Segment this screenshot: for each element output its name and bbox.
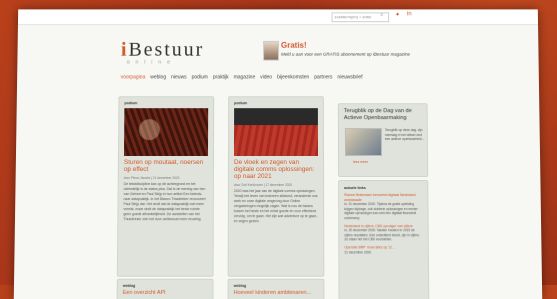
news-heading: actuele links xyxy=(344,186,422,190)
nav-item-nieuws[interactable]: nieuws xyxy=(171,74,187,80)
search-icon[interactable]: ⌕ xyxy=(380,12,383,19)
nav-item-bijeenkomsten[interactable]: bijeenkomsten xyxy=(277,74,309,80)
news-body: in, 20 december 2020. Nadien houden in 2… xyxy=(344,228,422,242)
promo-title: Gratis! xyxy=(281,41,307,50)
linkedin-icon[interactable]: in xyxy=(407,11,412,17)
featured-title[interactable]: Terugblik op de Dag van de Actieve Openb… xyxy=(344,108,422,122)
nav-item-magazine[interactable]: magazine xyxy=(234,74,256,80)
article-excerpt: De tekstdiscipline kan op de achtergrond… xyxy=(123,182,208,222)
featured-card[interactable]: Terugblik op de Dag van de Actieve Openb… xyxy=(338,103,428,177)
promo-photo xyxy=(263,41,279,61)
news-body: 21 december 2020. xyxy=(344,250,422,255)
article-image[interactable] xyxy=(234,108,318,156)
browser-viewport: zoekterm(en) + enter ⌕ ✦ in iBestuur onl… xyxy=(14,9,542,299)
news-item: Rianne Bekendam benoemd digitaal Nederla… xyxy=(344,193,422,221)
read-more-link[interactable]: lees meer xyxy=(353,160,368,164)
logo-text: Bestuur xyxy=(128,39,204,61)
news-item: Operatie BRP' moet alles op 12... 21 dec… xyxy=(344,245,422,254)
promo-text: Meld u aan voor een GRATIS abonnement op… xyxy=(281,52,410,57)
card-category: podium xyxy=(124,101,208,105)
main-nav: voorpagina weblog nieuws podium praktijk… xyxy=(121,74,363,80)
nav-item-praktijk[interactable]: praktijk xyxy=(213,74,229,80)
twitter-icon[interactable]: ✦ xyxy=(395,11,400,18)
featured-image[interactable] xyxy=(345,128,382,156)
nav-item-nieuwsbrief[interactable]: nieuwsbrief xyxy=(337,74,362,80)
news-link[interactable]: Rianne Bekendam benoemd digitaal Nederla… xyxy=(344,193,422,202)
card-category: podium xyxy=(234,101,318,105)
article-meta: door Zoë Kerkhoven | 17 december 2020 xyxy=(234,183,318,187)
article-title[interactable]: De vloek en zegen van digitale comms opl… xyxy=(234,159,318,180)
article-card[interactable]: weblog Hoeveel kinderen ambtenaren... xyxy=(228,279,325,299)
article-title[interactable]: Hoeveel kinderen ambtenaren... xyxy=(234,290,319,296)
nav-item-podium[interactable]: podium xyxy=(192,74,208,80)
nav-item-video[interactable]: video xyxy=(260,74,272,80)
nav-item-voorpagina[interactable]: voorpagina xyxy=(121,74,146,80)
nav-item-weblog[interactable]: weblog xyxy=(150,74,166,80)
site-logo[interactable]: iBestuur online xyxy=(121,39,204,66)
nav-item-partners[interactable]: partners xyxy=(314,74,332,80)
news-links-card: actuele links Rianne Bekendam benoemd di… xyxy=(338,180,429,299)
news-item: Nederland in cijfers: CBS opvolger van c… xyxy=(344,224,422,243)
article-card[interactable]: weblog Een overzicht API xyxy=(117,279,214,299)
card-category: weblog xyxy=(234,284,319,288)
article-card[interactable]: podium De vloek en zegen van digitale co… xyxy=(228,96,325,276)
article-meta: door Pleun Jacobs | 21 december 2020 xyxy=(124,176,208,180)
card-category: weblog xyxy=(123,284,208,288)
article-title[interactable]: Sturen op moutaat, noersen op effect xyxy=(124,159,208,173)
article-card[interactable]: podium Sturen op moutaat, noersen op eff… xyxy=(117,96,214,276)
top-bar: zoekterm(en) + enter ⌕ ✦ in xyxy=(18,9,538,25)
article-excerpt: 2020 was het jaar van de digitale comms … xyxy=(234,189,318,224)
article-image[interactable] xyxy=(124,108,208,156)
featured-text: Terugblik op deze dag, zijn neerslag in … xyxy=(385,128,425,142)
news-body: in, 21 december 2020. Tijdens de gratis … xyxy=(344,202,422,220)
article-title[interactable]: Een overzicht API xyxy=(123,290,208,296)
